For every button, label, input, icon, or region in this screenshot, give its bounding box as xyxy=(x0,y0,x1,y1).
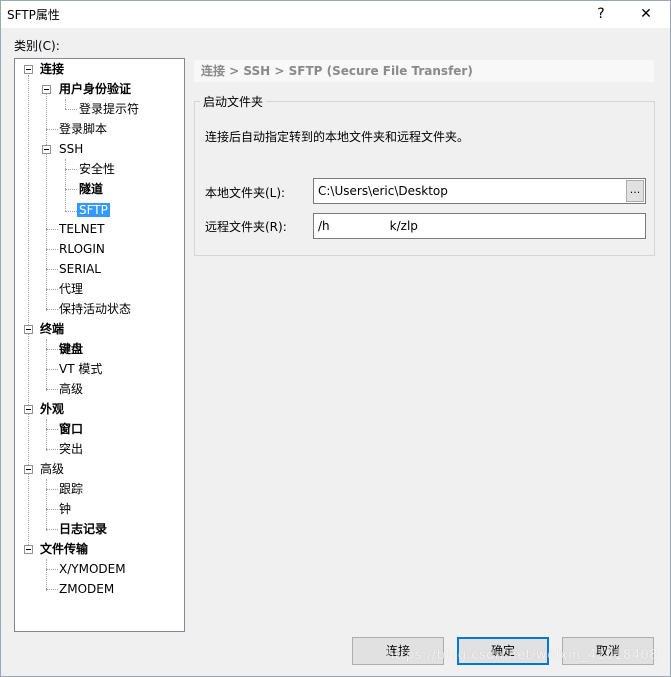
help-button[interactable]: ? xyxy=(588,3,614,25)
tree-item-sftp[interactable]: SFTP xyxy=(77,201,110,219)
tree-item-login-script[interactable]: 登录脚本 xyxy=(59,120,107,138)
remote-folder-value: /h k/zlp xyxy=(318,219,418,233)
collapse-icon[interactable] xyxy=(42,145,51,154)
tree-item-keyboard[interactable]: 键盘 xyxy=(59,340,83,358)
tree-item-trace[interactable]: 跟踪 xyxy=(59,480,83,498)
group-title: 启动文件夹 xyxy=(200,93,267,110)
remote-folder-input[interactable]: /h k/zlp xyxy=(313,213,646,239)
collapse-icon[interactable] xyxy=(24,405,33,414)
local-folder-label: 本地文件夹(L): xyxy=(205,186,286,200)
category-tree[interactable]: 连接 用户身份验证 登录提示符 登录脚本 SSH 安全性 隧道 SFTP TEL… xyxy=(14,58,185,632)
tree-item-terminal-advanced[interactable]: 高级 xyxy=(59,380,83,398)
watermark: https://blog.csdn.net/weixin_41018408 xyxy=(386,648,659,663)
tree-item-telnet[interactable]: TELNET xyxy=(59,220,105,238)
browse-button[interactable]: ... xyxy=(626,180,644,202)
tree-item-file-transfer[interactable]: 文件传输 xyxy=(40,540,88,558)
tree-item-vt-mode[interactable]: VT 模式 xyxy=(59,360,102,378)
tree-item-proxy[interactable]: 代理 xyxy=(59,280,83,298)
tree-item-security[interactable]: 安全性 xyxy=(79,160,115,178)
tree-item-keepalive[interactable]: 保持活动状态 xyxy=(59,300,131,318)
tree-item-bell[interactable]: 钟 xyxy=(59,500,71,518)
title-bar: SFTP属性 ? ✕ xyxy=(0,0,671,28)
remote-folder-label: 远程文件夹(R): xyxy=(205,220,287,234)
tree-item-xymodem[interactable]: X/YMODEM xyxy=(59,560,126,578)
tree-item-terminal[interactable]: 终端 xyxy=(40,320,64,338)
tree-item-ssh[interactable]: SSH xyxy=(59,140,83,158)
tree-item-window[interactable]: 窗口 xyxy=(59,420,83,438)
local-folder-input[interactable]: C:\Users\eric\Desktop ... xyxy=(313,178,646,204)
breadcrumb: 连接 > SSH > SFTP (Secure File Transfer) xyxy=(194,60,654,82)
tree-item-tunnel[interactable]: 隧道 xyxy=(79,180,103,198)
tree-item-user-auth[interactable]: 用户身份验证 xyxy=(59,80,131,98)
local-folder-value: C:\Users\eric\Desktop xyxy=(318,184,448,198)
close-button[interactable]: ✕ xyxy=(633,3,659,25)
collapse-icon[interactable] xyxy=(24,545,33,554)
collapse-icon[interactable] xyxy=(24,325,33,334)
tree-item-logging[interactable]: 日志记录 xyxy=(59,520,107,538)
tree-item-login-prompt[interactable]: 登录提示符 xyxy=(79,100,139,118)
tree-item-rlogin[interactable]: RLOGIN xyxy=(59,240,105,258)
collapse-icon[interactable] xyxy=(24,465,33,474)
window-title: SFTP属性 xyxy=(7,8,60,22)
tree-item-connection[interactable]: 连接 xyxy=(40,60,64,78)
group-description: 连接后自动指定转到的本地文件夹和远程文件夹。 xyxy=(205,130,470,144)
tree-item-zmodem[interactable]: ZMODEM xyxy=(59,580,114,598)
tree-item-advanced[interactable]: 高级 xyxy=(40,460,64,478)
collapse-icon[interactable] xyxy=(24,65,33,74)
tree-item-appearance[interactable]: 外观 xyxy=(40,400,64,418)
tree-item-serial[interactable]: SERIAL xyxy=(59,260,101,278)
collapse-icon[interactable] xyxy=(42,85,51,94)
tree-item-highlight[interactable]: 突出 xyxy=(59,440,83,458)
category-label: 类别(C): xyxy=(14,39,60,53)
